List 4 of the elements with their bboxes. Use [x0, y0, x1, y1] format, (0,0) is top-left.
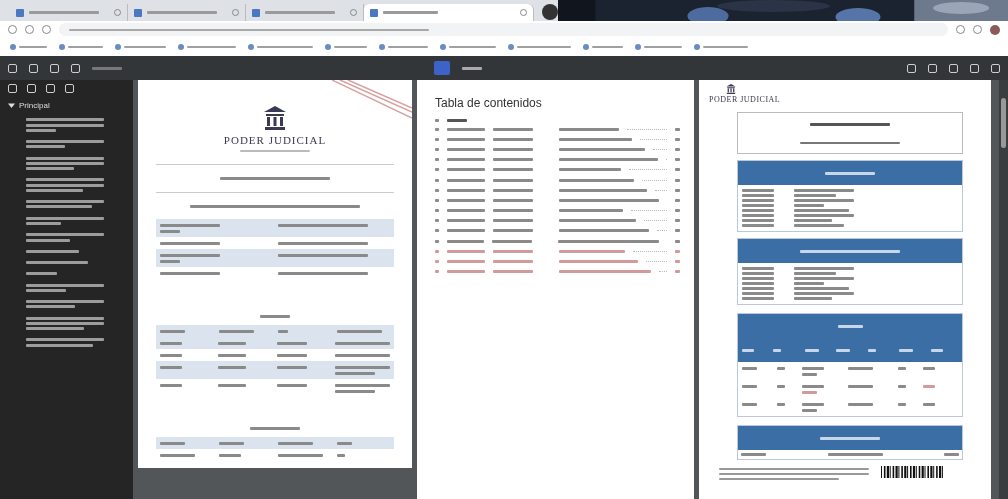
outline-item[interactable]: Principal	[8, 101, 125, 110]
logo-text: PODER JUDICIAL	[709, 95, 781, 104]
document-title: Tabla de contenidos	[435, 96, 543, 110]
logo-text: PODER JUDICIAL	[223, 134, 327, 146]
